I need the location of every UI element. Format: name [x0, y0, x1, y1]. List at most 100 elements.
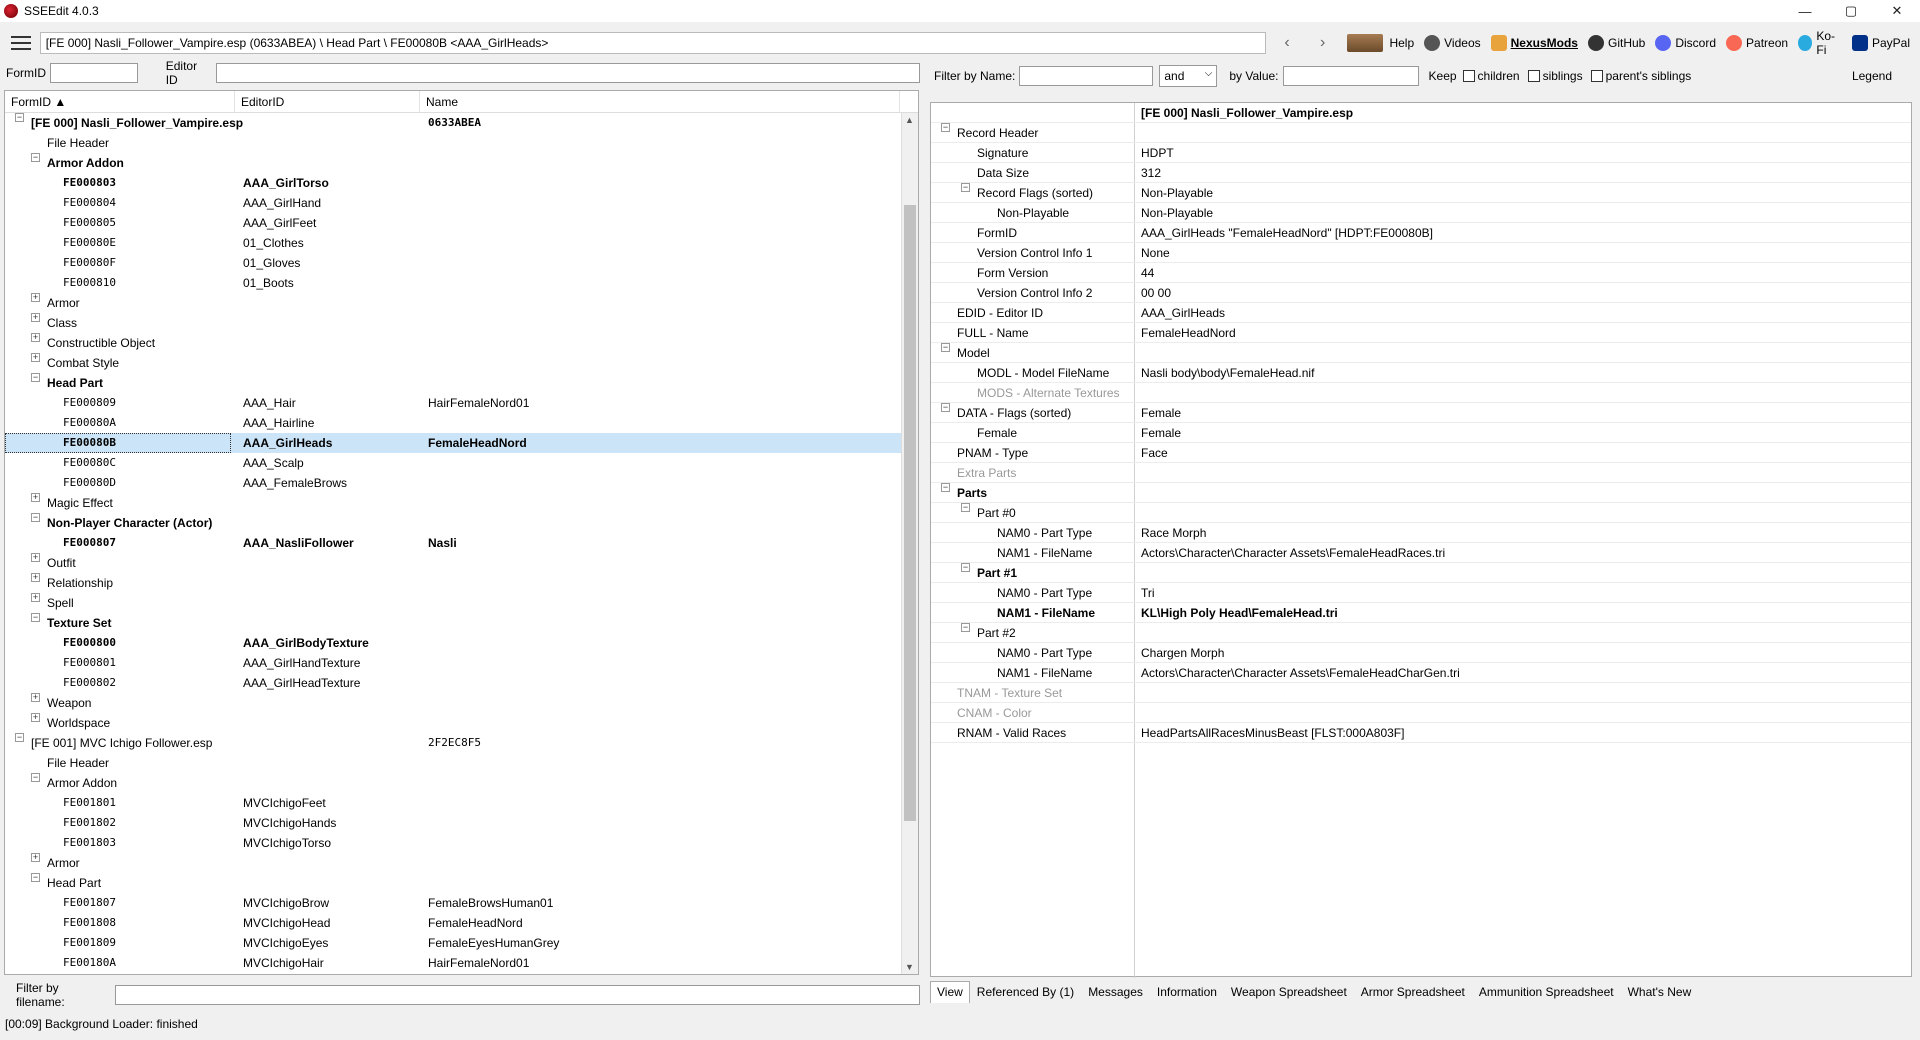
tree-row[interactable]: + Constructible Object: [5, 333, 918, 353]
col-editorid[interactable]: EditorID: [235, 91, 420, 112]
paypal-link[interactable]: PayPal: [1851, 35, 1910, 51]
tree-row[interactable]: FE000804 AAA_GirlHand: [5, 193, 918, 213]
collapse-icon[interactable]: −: [15, 113, 24, 122]
record-field-value[interactable]: Non-Playable: [1141, 203, 1213, 223]
collapse-icon[interactable]: −: [941, 483, 950, 492]
tree-row[interactable]: FE001809 MVCIchigoEyes FemaleEyesHumanGrey: [5, 933, 918, 953]
tree-row[interactable]: + Combat Style: [5, 353, 918, 373]
record-field-value[interactable]: Actors\Character\Character Assets\Female…: [1141, 663, 1460, 683]
forward-arrow-icon[interactable]: ›: [1308, 34, 1338, 52]
tree-row[interactable]: FE00080F 01_Gloves: [5, 253, 918, 273]
tab-messages[interactable]: Messages: [1081, 981, 1150, 1003]
tree-row[interactable]: − Armor Addon: [5, 153, 918, 173]
github-link[interactable]: GitHub: [1587, 35, 1645, 51]
tree-row[interactable]: FE000809 AAA_Hair HairFemaleNord01: [5, 393, 918, 413]
scroll-thumb[interactable]: [904, 205, 916, 821]
record-row[interactable]: TNAM - Texture Set: [931, 683, 1911, 703]
tree-scrollbar[interactable]: ▲ ▼: [901, 113, 918, 974]
record-row[interactable]: FormID AAA_GirlHeads "FemaleHeadNord" [HD…: [931, 223, 1911, 243]
record-field-value[interactable]: AAA_GirlHeads: [1141, 303, 1225, 323]
record-row[interactable]: NAM1 - FileName Actors\Character\Characte…: [931, 663, 1911, 683]
record-row[interactable]: − Model: [931, 343, 1911, 363]
record-row[interactable]: NAM1 - FileName Actors\Character\Characte…: [931, 543, 1911, 563]
tab-what-s-new[interactable]: What's New: [1621, 981, 1699, 1003]
minimize-button[interactable]: —: [1782, 0, 1828, 22]
record-row[interactable]: CNAM - Color: [931, 703, 1911, 723]
children-checkbox[interactable]: [1462, 70, 1475, 82]
record-field-value[interactable]: HDPT: [1141, 143, 1174, 163]
tree-row[interactable]: + Spell: [5, 593, 918, 613]
record-field-value[interactable]: Actors\Character\Character Assets\Female…: [1141, 543, 1445, 563]
tab-referenced-by-1[interactable]: Referenced By (1): [970, 981, 1081, 1003]
tree-row[interactable]: FE00080D AAA_FemaleBrows: [5, 473, 918, 493]
tree-row[interactable]: + Magic Effect: [5, 493, 918, 513]
record-row[interactable]: − Record Header: [931, 123, 1911, 143]
tree-row[interactable]: File Header: [5, 753, 918, 773]
record-row[interactable]: NAM0 - Part Type Tri: [931, 583, 1911, 603]
tab-information[interactable]: Information: [1150, 981, 1224, 1003]
tree-row[interactable]: − Head Part: [5, 873, 918, 893]
tree-row[interactable]: FE00080C AAA_Scalp: [5, 453, 918, 473]
filter-name-input[interactable]: [1019, 66, 1154, 86]
tree-row[interactable]: FE001801 MVCIchigoFeet: [5, 793, 918, 813]
col-formid[interactable]: FormID ▲: [5, 91, 235, 112]
record-field-value[interactable]: Non-Playable: [1141, 183, 1213, 203]
record-field-value[interactable]: Face: [1141, 443, 1168, 463]
record-row[interactable]: MODL - Model FileName Nasli body\body\Fem…: [931, 363, 1911, 383]
tree-row[interactable]: − Non-Player Character (Actor): [5, 513, 918, 533]
expand-icon[interactable]: +: [31, 293, 40, 302]
tab-weapon-spreadsheet[interactable]: Weapon Spreadsheet: [1224, 981, 1354, 1003]
tree-row[interactable]: + Worldspace: [5, 713, 918, 733]
record-row[interactable]: − Part #1: [931, 563, 1911, 583]
record-field-value[interactable]: 312: [1141, 163, 1161, 183]
record-field-value[interactable]: KL\High Poly Head\FemaleHead.tri: [1141, 603, 1338, 623]
record-row[interactable]: MODS - Alternate Textures: [931, 383, 1911, 403]
collapse-icon[interactable]: −: [31, 373, 40, 382]
tree-row[interactable]: + Armor: [5, 853, 918, 873]
tab-ammunition-spreadsheet[interactable]: Ammunition Spreadsheet: [1472, 981, 1621, 1003]
record-field-value[interactable]: Tri: [1141, 583, 1155, 603]
tree-row[interactable]: FE001807 MVCIchigoBrow FemaleBrowsHuman01: [5, 893, 918, 913]
record-field-value[interactable]: None: [1141, 243, 1170, 263]
expand-icon[interactable]: +: [31, 853, 40, 862]
discord-link[interactable]: Discord: [1655, 35, 1716, 51]
navigation-tree[interactable]: FormID ▲ EditorID Name − [FE 000] Nasli_F…: [4, 90, 919, 975]
formid-input[interactable]: [50, 63, 138, 83]
record-row[interactable]: Data Size 312: [931, 163, 1911, 183]
record-path-field[interactable]: [FE 000] Nasli_Follower_Vampire.esp (063…: [39, 32, 1267, 54]
expand-icon[interactable]: +: [31, 493, 40, 502]
record-row[interactable]: Version Control Info 1 None: [931, 243, 1911, 263]
record-row[interactable]: FULL - Name FemaleHeadNord: [931, 323, 1911, 343]
tree-row[interactable]: FE000800 AAA_GirlBodyTexture: [5, 633, 918, 653]
collapse-icon[interactable]: −: [31, 613, 40, 622]
expand-icon[interactable]: +: [31, 313, 40, 322]
expand-icon[interactable]: +: [31, 693, 40, 702]
help-link[interactable]: Help: [1389, 36, 1414, 50]
collapse-icon[interactable]: −: [31, 153, 40, 162]
editorid-input[interactable]: [216, 63, 920, 83]
collapse-icon[interactable]: −: [961, 503, 970, 512]
collapse-icon[interactable]: −: [31, 513, 40, 522]
expand-icon[interactable]: +: [31, 553, 40, 562]
record-row[interactable]: − DATA - Flags (sorted) Female: [931, 403, 1911, 423]
expand-icon[interactable]: +: [31, 713, 40, 722]
expand-icon[interactable]: +: [31, 333, 40, 342]
record-field-value[interactable]: AAA_GirlHeads "FemaleHeadNord" [HDPT:FE0…: [1141, 223, 1433, 243]
collapse-icon[interactable]: −: [961, 623, 970, 632]
col-name[interactable]: Name: [420, 91, 900, 112]
tree-row[interactable]: File Header: [5, 133, 918, 153]
record-field-value[interactable]: Female: [1141, 403, 1181, 423]
parents-siblings-checkbox[interactable]: [1590, 70, 1603, 82]
record-field-value[interactable]: HeadPartsAllRacesMinusBeast [FLST:000A80…: [1141, 723, 1404, 743]
record-row[interactable]: NAM1 - FileName KL\High Poly Head\FemaleH…: [931, 603, 1911, 623]
tree-row[interactable]: FE001802 MVCIchigoHands: [5, 813, 918, 833]
patreon-link[interactable]: Patreon: [1726, 35, 1788, 51]
nexusmods-link[interactable]: NexusMods: [1490, 35, 1578, 51]
record-row[interactable]: − Part #0: [931, 503, 1911, 523]
record-field-value[interactable]: Female: [1141, 423, 1181, 443]
filter-operator-select[interactable]: and: [1159, 65, 1218, 87]
tree-row[interactable]: FE000801 AAA_GirlHandTexture: [5, 653, 918, 673]
scroll-down-icon[interactable]: ▼: [905, 962, 914, 972]
tree-row[interactable]: FE000803 AAA_GirlTorso: [5, 173, 918, 193]
collapse-icon[interactable]: −: [31, 873, 40, 882]
